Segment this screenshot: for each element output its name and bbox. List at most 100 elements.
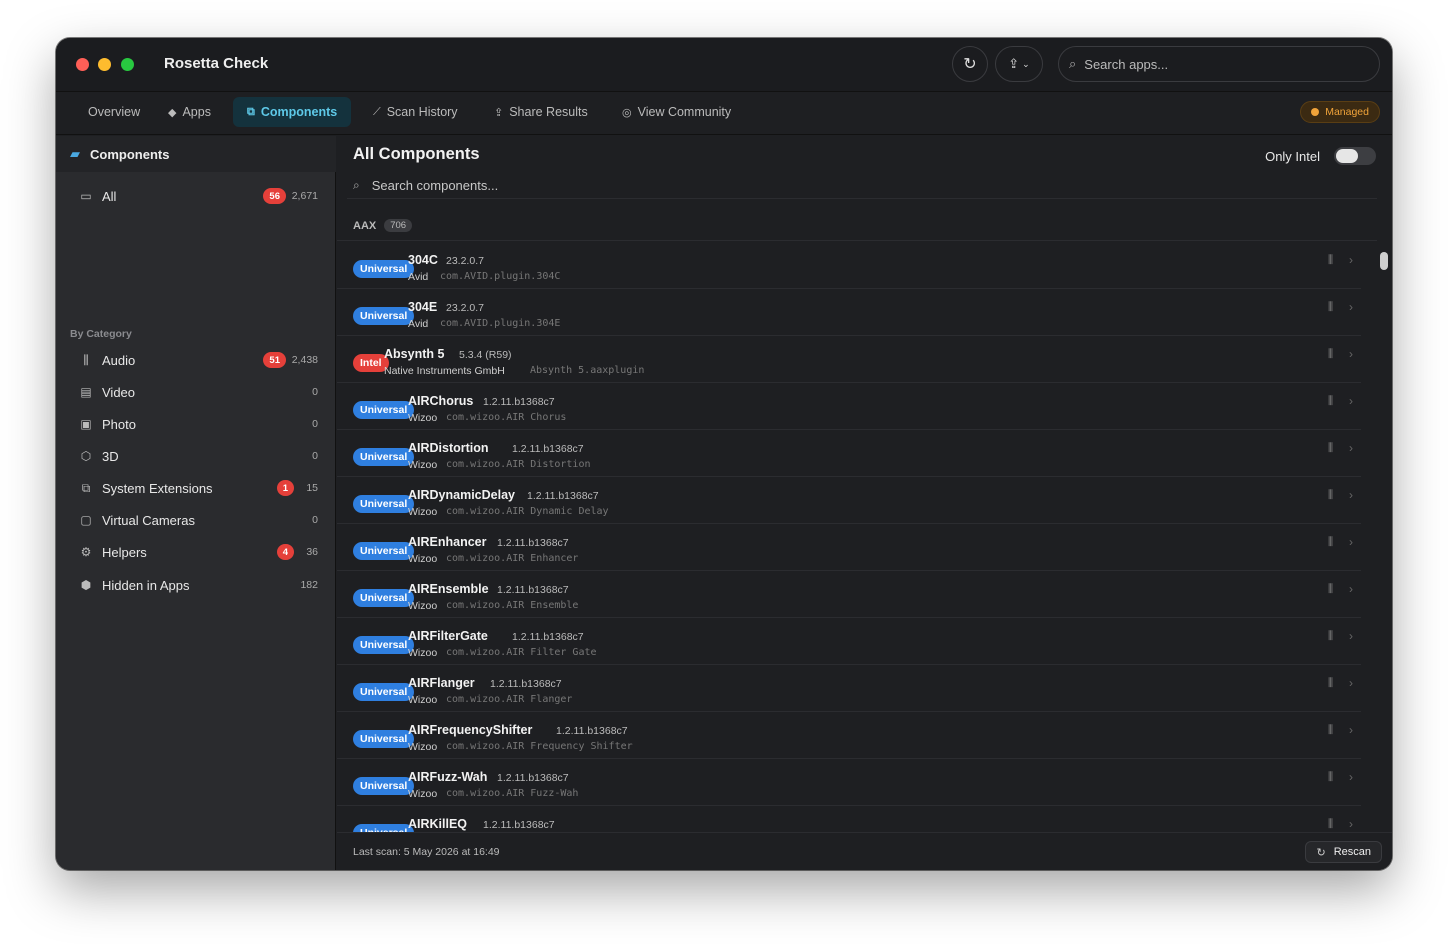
total-count: 182 — [300, 579, 318, 591]
total-count: 36 — [306, 546, 318, 558]
chevron-down-icon: ⌄ — [1022, 58, 1030, 69]
architecture-badge: Universal — [353, 307, 415, 325]
component-row[interactable]: Universal AIRFlanger 1.2.11.b1368c7 Wizoo co… — [337, 665, 1361, 712]
component-bundle-id: com.wizoo.AIR Dynamic Delay — [446, 506, 609, 517]
component-search-field[interactable]: ⌕ — [347, 173, 1377, 199]
sidebar-item-audio[interactable]: ⫼ Audio 51 2,438 — [68, 346, 324, 374]
tab-scan-history[interactable]: ⟋ Scan History — [359, 97, 472, 127]
component-row[interactable]: Universal AIRFuzz-Wah 1.2.11.b1368c7 Wizoo c… — [337, 759, 1361, 806]
component-vendor: Wizoo — [408, 741, 438, 753]
waveform-icon: ⫼ — [1327, 489, 1333, 501]
apps-icon: ◆ — [168, 106, 177, 119]
sidebar-item-photo[interactable]: ▣ Photo 0 — [68, 410, 324, 438]
tab-components[interactable]: ⧉ Components — [233, 97, 352, 127]
globe-icon: ◎ — [622, 106, 632, 119]
tab-apps[interactable]: ◆ Apps — [154, 97, 225, 127]
waveform-icon: ⫼ — [1327, 395, 1333, 407]
waveform-icon: ⫼ — [1327, 348, 1333, 360]
tab-view-community[interactable]: ◎ View Community — [608, 97, 745, 127]
search-apps-field[interactable]: ⌕ — [1058, 46, 1380, 82]
component-bundle-id: Absynth 5.aaxplugin — [530, 365, 645, 376]
tray-icon: ▭ — [80, 189, 92, 203]
group-name: AAX — [353, 219, 377, 232]
component-row[interactable]: Universal AIREnsemble 1.2.11.b1368c7 Wizoo c… — [337, 571, 1361, 618]
component-row[interactable]: Universal AIRDynamicDelay 1.2.11.b1368c7 Wi… — [337, 477, 1361, 524]
waveform-icon: ⫼ — [1327, 254, 1333, 266]
film-icon: ▤ — [80, 385, 92, 399]
component-row[interactable]: Universal AIRDistortion 1.2.11.b1368c7 Wizo… — [337, 430, 1361, 477]
component-name: Absynth 5 — [384, 347, 445, 361]
component-version: 1.2.11.b1368c7 — [483, 819, 555, 831]
architecture-badge: Universal — [353, 683, 415, 701]
total-count: 0 — [312, 386, 318, 398]
component-row[interactable]: Universal AIRFilterGate 1.2.11.b1368c7 Wizo… — [337, 618, 1361, 665]
component-version: 23.2.0.7 — [446, 302, 484, 314]
minimize-window-button[interactable] — [98, 58, 111, 71]
sidebar-item-virtual-cameras[interactable]: ▢ Virtual Cameras 0 — [68, 506, 324, 534]
waveform-icon: ⫼ — [1327, 818, 1333, 830]
sidebar-item-video[interactable]: ▤ Video 0 — [68, 378, 324, 406]
scrollbar[interactable] — [1380, 252, 1388, 868]
sidebar: ▰ Components ▭ All 56 2,671 By Category ⫼… — [56, 136, 336, 870]
waveform-icon: ⫼ — [1327, 301, 1333, 313]
tab-share-results[interactable]: ⇪ Share Results — [480, 97, 602, 127]
photo-icon: ▣ — [80, 417, 92, 431]
component-row[interactable]: Intel Absynth 5 5.3.4 (R59) Native Instrume… — [337, 336, 1361, 383]
component-row[interactable]: Universal AIRChorus 1.2.11.b1368c7 Wizoo com… — [337, 383, 1361, 430]
intel-count-badge: 1 — [276, 480, 294, 496]
page-title: All Components — [353, 145, 480, 163]
close-window-button[interactable] — [76, 58, 89, 71]
architecture-badge: Universal — [353, 448, 415, 466]
component-bundle-id: com.wizoo.AIR Filter Gate — [446, 647, 597, 658]
component-name: AIRDistortion — [408, 441, 489, 455]
component-bundle-id: com.wizoo.AIR Enhancer — [446, 553, 579, 564]
tab-overview[interactable]: Overview — [74, 97, 154, 127]
refresh-button[interactable]: ↻ — [952, 46, 988, 82]
component-row[interactable]: Universal 304C 23.2.0.7 Avid com.AVID.plugin… — [337, 242, 1361, 289]
sidebar-item-label: 3D — [102, 448, 119, 464]
group-header: AAX 706 — [337, 211, 1377, 241]
component-bundle-id: com.wizoo.AIR Distortion — [446, 459, 591, 470]
only-intel-toggle[interactable] — [1334, 147, 1376, 165]
sidebar-item-3d[interactable]: ⬡ 3D 0 — [68, 442, 324, 470]
chevron-right-icon: › — [1349, 723, 1353, 737]
waveform-icon: ⫼ — [83, 352, 89, 367]
component-version: 5.3.4 (R59) — [459, 349, 512, 361]
component-row[interactable]: Universal AIREnhancer 1.2.11.b1368c7 Wizoo c… — [337, 524, 1361, 571]
component-row[interactable]: Universal AIRFrequencyShifter 1.2.11.b1368… — [337, 712, 1361, 759]
component-name: AIRFilterGate — [408, 629, 488, 643]
waveform-icon: ⫼ — [1327, 630, 1333, 642]
tab-label: Apps — [182, 105, 211, 119]
rescan-button[interactable]: ↻ Rescan — [1305, 841, 1382, 863]
app-title: Rosetta Check — [164, 55, 269, 72]
sidebar-item-system-extensions[interactable]: ⧉ System Extensions 1 15 — [68, 474, 324, 502]
component-version: 1.2.11.b1368c7 — [527, 490, 599, 502]
group-count-badge: 706 — [384, 219, 413, 232]
tab-label: Scan History — [386, 105, 458, 119]
sidebar-item-helpers[interactable]: ⚙ Helpers 4 36 — [68, 538, 324, 566]
sidebar-item-all[interactable]: ▭ All 56 2,671 — [68, 182, 324, 210]
architecture-badge: Universal — [353, 636, 415, 654]
component-bundle-id: com.AVID.plugin.304E — [440, 318, 561, 329]
share-menu-button[interactable]: ⇪ ⌄ — [995, 46, 1043, 82]
component-version: 1.2.11.b1368c7 — [497, 584, 569, 596]
chevron-right-icon: › — [1349, 770, 1353, 784]
sidebar-item-label: Photo — [102, 416, 136, 432]
architecture-badge: Universal — [353, 589, 415, 607]
component-vendor: Wizoo — [408, 412, 438, 424]
component-row[interactable]: Universal 304E 23.2.0.7 Avid com.AVID.plugin… — [337, 289, 1361, 336]
camera-icon: ▢ — [80, 513, 92, 527]
sidebar-item-hidden-in-apps[interactable]: ⬢ Hidden in Apps 182 — [68, 571, 324, 599]
component-vendor: Avid — [408, 271, 429, 283]
tab-label: Share Results — [509, 105, 588, 119]
search-apps-input[interactable] — [1084, 56, 1345, 72]
component-vendor: Native Instruments GmbH — [384, 365, 505, 377]
scrollbar-thumb[interactable] — [1380, 252, 1388, 270]
chevron-right-icon: › — [1349, 629, 1353, 643]
component-search-input[interactable] — [371, 178, 1272, 193]
cube-icon: ⬡ — [80, 449, 92, 463]
component-bundle-id: com.wizoo.AIR Chorus — [446, 412, 567, 423]
zoom-window-button[interactable] — [121, 58, 134, 71]
component-row[interactable]: UniversalAIRKillEQ 1.2.11.b1368c7 ⫼ › — [337, 806, 1361, 832]
title-bar: Rosetta Check ↻ ⇪ ⌄ ⌕ — [56, 38, 1392, 92]
